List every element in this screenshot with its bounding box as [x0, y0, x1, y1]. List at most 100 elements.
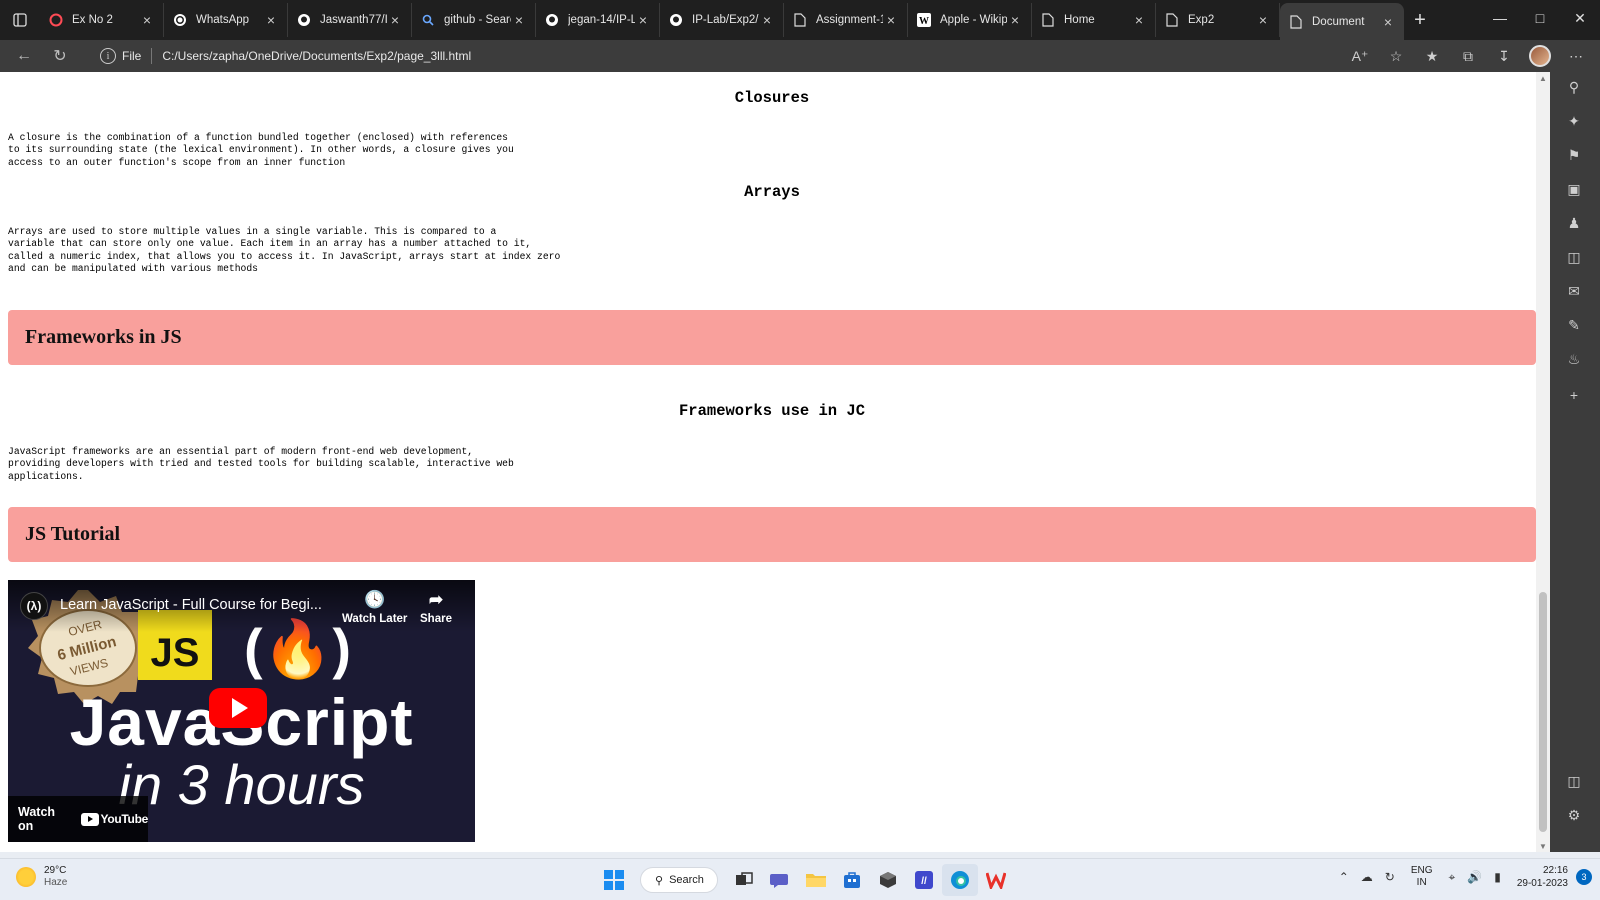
plus-icon: + [1414, 8, 1426, 31]
favorites-button[interactable]: ★ [1414, 42, 1450, 70]
close-icon[interactable]: × [511, 12, 527, 28]
vertical-scrollbar[interactable]: ▲ ▼ [1536, 72, 1550, 852]
sidebar-games-button[interactable]: ♟ [1563, 212, 1585, 234]
scroll-down-arrow[interactable]: ▼ [1536, 840, 1550, 852]
page-icon [1288, 14, 1304, 30]
back-button[interactable]: ← [6, 42, 42, 70]
outlook-icon: ✉ [1568, 282, 1580, 299]
tab-document[interactable]: Document × [1280, 3, 1404, 40]
watch-on-youtube-button[interactable]: Watch on YouTube [8, 796, 148, 842]
wps-button[interactable] [978, 864, 1014, 896]
tab-github-jegan[interactable]: jegan-14/IP-LA × [536, 3, 660, 37]
wifi-icon[interactable]: ⌖ [1449, 870, 1456, 885]
close-icon[interactable]: × [1007, 12, 1023, 28]
page-icon [1040, 12, 1056, 28]
tab-exp2[interactable]: Exp2 × [1156, 3, 1280, 37]
store-button[interactable] [834, 864, 870, 896]
more-icon: ⋯ [1569, 47, 1583, 64]
close-window-button[interactable]: ✕ [1560, 0, 1600, 36]
file-explorer-button[interactable] [798, 864, 834, 896]
frameworks-banner-title: Frameworks in JS [25, 326, 182, 348]
sidebar-search-button[interactable]: ⚲ [1563, 76, 1585, 98]
close-icon[interactable]: × [883, 12, 899, 28]
close-icon[interactable]: × [1255, 12, 1271, 28]
downloads-button[interactable]: ↧ [1486, 42, 1522, 70]
tab-apple-wikipedia[interactable]: W Apple - Wikiped × [908, 3, 1032, 37]
toolbar-right: A⁺ ☆ ★ ⧉ ↧ ⋯ [1342, 40, 1594, 72]
volume-icon[interactable]: 🔊 [1467, 870, 1482, 884]
play-icon [231, 698, 248, 718]
profile-button[interactable] [1522, 42, 1558, 70]
language-indicator[interactable]: ENG IN [1411, 865, 1433, 889]
tab-github-search[interactable]: github - Search × [412, 3, 536, 37]
add-favorite-button[interactable]: ☆ [1378, 42, 1414, 70]
tab-github-jaswanth[interactable]: Jaswanth77/IP-L × [288, 3, 412, 37]
sidebar-settings-button[interactable]: ⚙ [1563, 804, 1585, 826]
refresh-button[interactable]: ↻ [42, 42, 78, 70]
maximize-icon: □ [1535, 10, 1545, 26]
sidebar-shopping-button[interactable]: ⚑ [1563, 144, 1585, 166]
collections-button[interactable]: ⧉ [1450, 42, 1486, 70]
taskbar-search[interactable]: ⚲ Search [640, 867, 718, 893]
weather-widget[interactable]: 29°C Haze [16, 865, 67, 889]
sidebar-office-button[interactable]: ◫ [1563, 246, 1585, 268]
info-icon[interactable]: i [100, 48, 116, 64]
clock[interactable]: 22:16 29-01-2023 [1517, 864, 1568, 890]
sync-icon[interactable]: ↻ [1385, 870, 1395, 884]
chat-button[interactable] [762, 864, 798, 896]
close-icon[interactable]: × [635, 12, 651, 28]
share-button[interactable]: ➦ Share [420, 590, 452, 625]
sidebar-tools-button[interactable]: ▣ [1563, 178, 1585, 200]
read-aloud-button[interactable]: A⁺ [1342, 42, 1378, 70]
tab-assignment-1[interactable]: Assignment-1 × [784, 3, 908, 37]
close-icon[interactable]: × [1380, 14, 1396, 30]
youtube-icon [80, 812, 99, 826]
tab-ex-no-2[interactable]: Ex No 2 × [40, 3, 164, 37]
scroll-up-arrow[interactable]: ▲ [1536, 72, 1550, 84]
scrollbar-thumb[interactable] [1539, 592, 1547, 832]
sidebar-outlook-button[interactable]: ✉ [1563, 280, 1585, 302]
address-bar[interactable]: i File C:/Users/zapha/OneDrive/Documents… [100, 43, 1300, 69]
close-icon[interactable]: × [139, 12, 155, 28]
maximize-button[interactable]: □ [1520, 0, 1560, 36]
discover-icon: ✦ [1568, 112, 1580, 129]
start-button[interactable] [596, 864, 632, 896]
github-icon [296, 12, 312, 28]
youtube-logo: YouTube [80, 812, 148, 826]
task-view-button[interactable] [726, 864, 762, 896]
youtube-embed[interactable]: OVER 6 Million VIEWS JS (🔥) JavaScript i… [8, 580, 475, 842]
new-tab-button[interactable]: + [1404, 3, 1436, 37]
app-3d-button[interactable] [870, 864, 906, 896]
settings-menu-button[interactable]: ⋯ [1558, 42, 1594, 70]
whatsapp-icon [172, 12, 188, 28]
tab-title: Apple - Wikiped [940, 14, 1007, 26]
sidebar-hide-button[interactable]: ◫ [1563, 770, 1585, 792]
battery-icon[interactable]: ▮ [1494, 870, 1501, 884]
search-icon: ⚲ [655, 874, 664, 887]
tab-whatsapp[interactable]: WhatsApp × [164, 3, 288, 37]
chevron-up-icon[interactable]: ⌃ [1339, 870, 1349, 884]
tab-github-iplab[interactable]: IP-Lab/Exp2/Ou × [660, 3, 784, 37]
notification-badge[interactable]: 3 [1576, 869, 1592, 885]
close-icon[interactable]: × [759, 12, 775, 28]
minimize-button[interactable]: — [1480, 0, 1520, 36]
sidebar-designer-button[interactable]: ✎ [1563, 314, 1585, 336]
sidebar-notifications-button[interactable]: ♨ [1563, 348, 1585, 370]
window-controls: — □ ✕ [1480, 0, 1600, 36]
watch-later-button[interactable]: 🕓 Watch Later [342, 590, 407, 625]
close-icon[interactable]: × [263, 12, 279, 28]
vscode-like-button[interactable]: // [906, 864, 942, 896]
play-button[interactable] [209, 688, 267, 728]
minimize-icon: — [1493, 10, 1507, 26]
url-text[interactable]: C:/Users/zapha/OneDrive/Documents/Exp2/p… [162, 49, 471, 63]
sidebar-add-button[interactable]: + [1563, 384, 1585, 406]
close-icon[interactable]: × [387, 12, 403, 28]
tab-actions-button[interactable] [0, 0, 40, 40]
edge-button[interactable] [942, 864, 978, 896]
video-title[interactable]: Learn JavaScript - Full Course for Begi.… [60, 597, 322, 613]
tab-home[interactable]: Home × [1032, 3, 1156, 37]
close-icon[interactable]: × [1131, 12, 1147, 28]
channel-avatar[interactable]: (λ) [20, 592, 48, 620]
onedrive-icon[interactable]: ☁ [1361, 870, 1373, 884]
sidebar-discover-button[interactable]: ✦ [1563, 110, 1585, 132]
